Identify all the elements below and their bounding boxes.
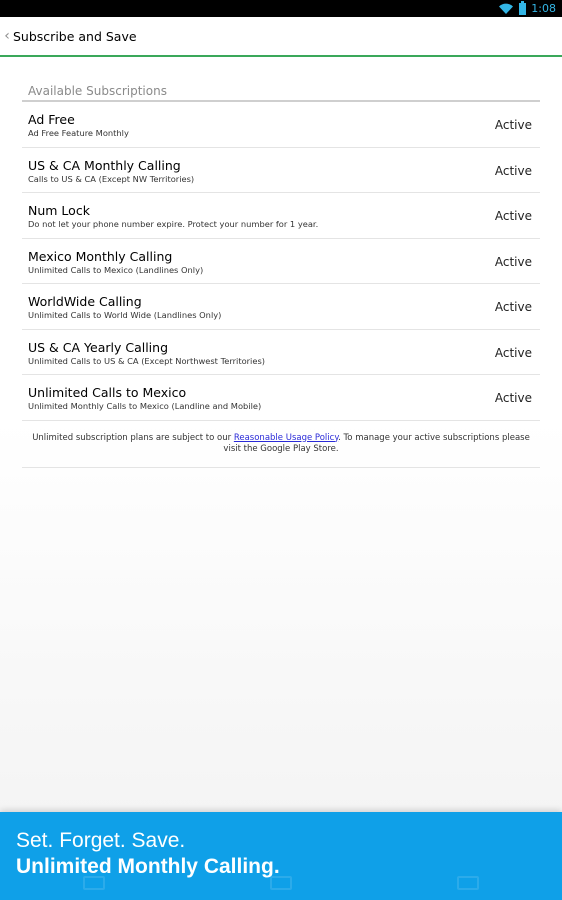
- subscription-row-unlimited-mexico[interactable]: Unlimited Calls to Mexico Unlimited Mont…: [22, 375, 540, 421]
- subscription-status: Active: [494, 118, 532, 132]
- subscription-status: Active: [494, 254, 532, 269]
- subscription-name: US & CA Yearly Calling: [28, 339, 169, 355]
- promo-headline: Set. Forget. Save.: [16, 829, 186, 852]
- section-header: Available Subscriptions: [22, 80, 540, 102]
- page-title[interactable]: Subscribe and Save: [13, 29, 137, 44]
- subscription-row-mexico-monthly[interactable]: Mexico Monthly Calling Unlimited Calls t…: [22, 239, 540, 284]
- footer-note: Unlimited subscription plans are subject…: [22, 421, 540, 468]
- subscription-description: Calls to US & CA (Except NW Territories): [28, 173, 195, 184]
- subscription-name: Ad Free: [28, 112, 75, 127]
- subscription-status: Active: [494, 300, 532, 314]
- subscription-name: Unlimited Calls to Mexico: [28, 385, 187, 400]
- subscriptions-panel: Available Subscriptions Ad Free Ad Free …: [22, 80, 540, 468]
- subscription-description: Unlimited Monthly Calls to Mexico (Landl…: [28, 401, 262, 411]
- promo-banner[interactable]: Set. Forget. Save. Unlimited Monthly Cal…: [0, 812, 562, 900]
- chevron-left-icon[interactable]: ‹: [2, 28, 12, 44]
- footer-text-before: Unlimited subscription plans are subject…: [32, 432, 234, 443]
- subscription-description: Do not let your phone number expire. Pro…: [28, 219, 319, 229]
- subscription-status: Active: [494, 345, 532, 360]
- subscription-row-us-ca-monthly[interactable]: US & CA Monthly Calling Calls to US & CA…: [22, 148, 540, 193]
- subscription-status: Active: [494, 163, 532, 178]
- wifi-icon: [499, 3, 514, 14]
- subscription-description: Unlimited Calls to Mexico (Landlines Onl…: [28, 264, 204, 275]
- subscription-row-us-ca-yearly[interactable]: US & CA Yearly Calling Unlimited Calls t…: [22, 330, 540, 375]
- subscription-row-ad-free[interactable]: Ad Free Ad Free Feature Monthly Active: [22, 102, 540, 148]
- subscription-description: Unlimited Calls to World Wide (Landlines…: [28, 310, 222, 320]
- subscription-description: Unlimited Calls to US & CA (Except North…: [28, 355, 266, 366]
- subscription-name: Mexico Monthly Calling: [28, 248, 173, 264]
- subscription-name: Num Lock: [28, 203, 90, 218]
- subscription-description: Ad Free Feature Monthly: [28, 128, 129, 138]
- subscription-name: US & CA Monthly Calling: [28, 157, 181, 173]
- subscription-row-worldwide[interactable]: WorldWide Calling Unlimited Calls to Wor…: [22, 284, 540, 330]
- action-bar: ‹ Subscribe and Save: [0, 17, 562, 57]
- battery-icon: [519, 0, 527, 15]
- subscription-row-num-lock[interactable]: Num Lock Do not let your phone number ex…: [22, 193, 540, 239]
- status-bar: 1:08: [0, 0, 562, 17]
- subscription-status: Active: [494, 391, 532, 405]
- subscription-status: Active: [494, 209, 532, 223]
- status-clock: 1:08: [531, 2, 556, 15]
- subscription-name: WorldWide Calling: [28, 294, 142, 309]
- reasonable-usage-policy-link[interactable]: Reasonable Usage Policy: [234, 433, 338, 443]
- promo-subheadline: Unlimited Monthly Calling.: [16, 855, 280, 878]
